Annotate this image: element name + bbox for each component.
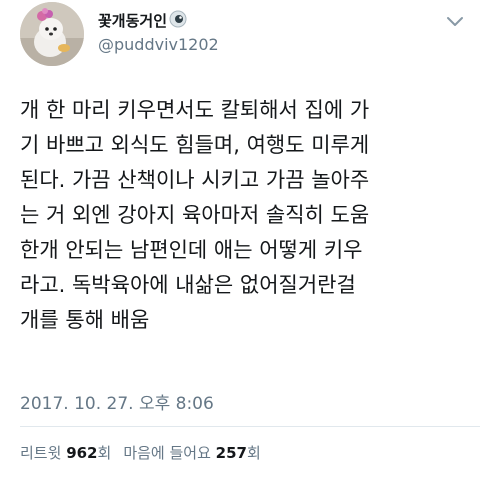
- tweet-text-line: 라고. 독박육아에 내삶은 없어질거란걸: [20, 273, 356, 297]
- tweet-stats: 리트윗 962회 마음에 들어요 257회: [20, 442, 261, 463]
- divider: [20, 426, 480, 427]
- tweet-timestamp[interactable]: 2017. 10. 27. 오후 8:06: [20, 389, 214, 414]
- retweets-suffix: 회: [97, 444, 112, 462]
- retweets-stat[interactable]: 리트윗 962회: [20, 444, 111, 462]
- chevron-down-icon[interactable]: [446, 14, 464, 28]
- avatar[interactable]: [20, 2, 84, 66]
- retweets-label: 리트윗: [20, 444, 62, 462]
- tweet-text-line: 는 거 외엔 강아지 육아마저 솔직히 도움: [20, 203, 370, 227]
- display-name[interactable]: 꽃개동거인: [98, 10, 187, 32]
- tweet-detail: 꽃개동거인 @puddviv1202 개 한 마리 키우면서도 칼퇴해서 집에 …: [0, 0, 480, 480]
- tweet-text-line: 한개 안되는 남편인데 애는 어떻게 키우: [20, 238, 363, 262]
- dog-avatar-image: [20, 2, 84, 66]
- tweet-text-line: 기 바쁘고 외식도 힘들며, 여행도 미루게: [20, 133, 370, 157]
- likes-count: 257: [215, 444, 247, 462]
- likes-label: 마음에 들어요: [123, 444, 211, 462]
- tweet-text-line: 개 한 마리 키우면서도 칼퇴해서 집에 가: [20, 98, 370, 122]
- likes-suffix: 회: [246, 444, 261, 462]
- display-name-text: 꽃개동거인: [98, 12, 168, 30]
- tweet-text: 개 한 마리 키우면서도 칼퇴해서 집에 가 기 바쁘고 외식도 힘들며, 여행…: [20, 93, 470, 338]
- eye-emoji-icon: [169, 10, 187, 32]
- user-handle[interactable]: @puddviv1202: [98, 35, 219, 54]
- likes-stat[interactable]: 마음에 들어요 257회: [123, 444, 260, 462]
- tweet-text-line: 된다. 가끔 산책이나 시키고 가끔 놀아주: [20, 168, 370, 192]
- retweets-count: 962: [66, 444, 98, 462]
- tweet-text-line: 개를 통해 배움: [20, 308, 150, 332]
